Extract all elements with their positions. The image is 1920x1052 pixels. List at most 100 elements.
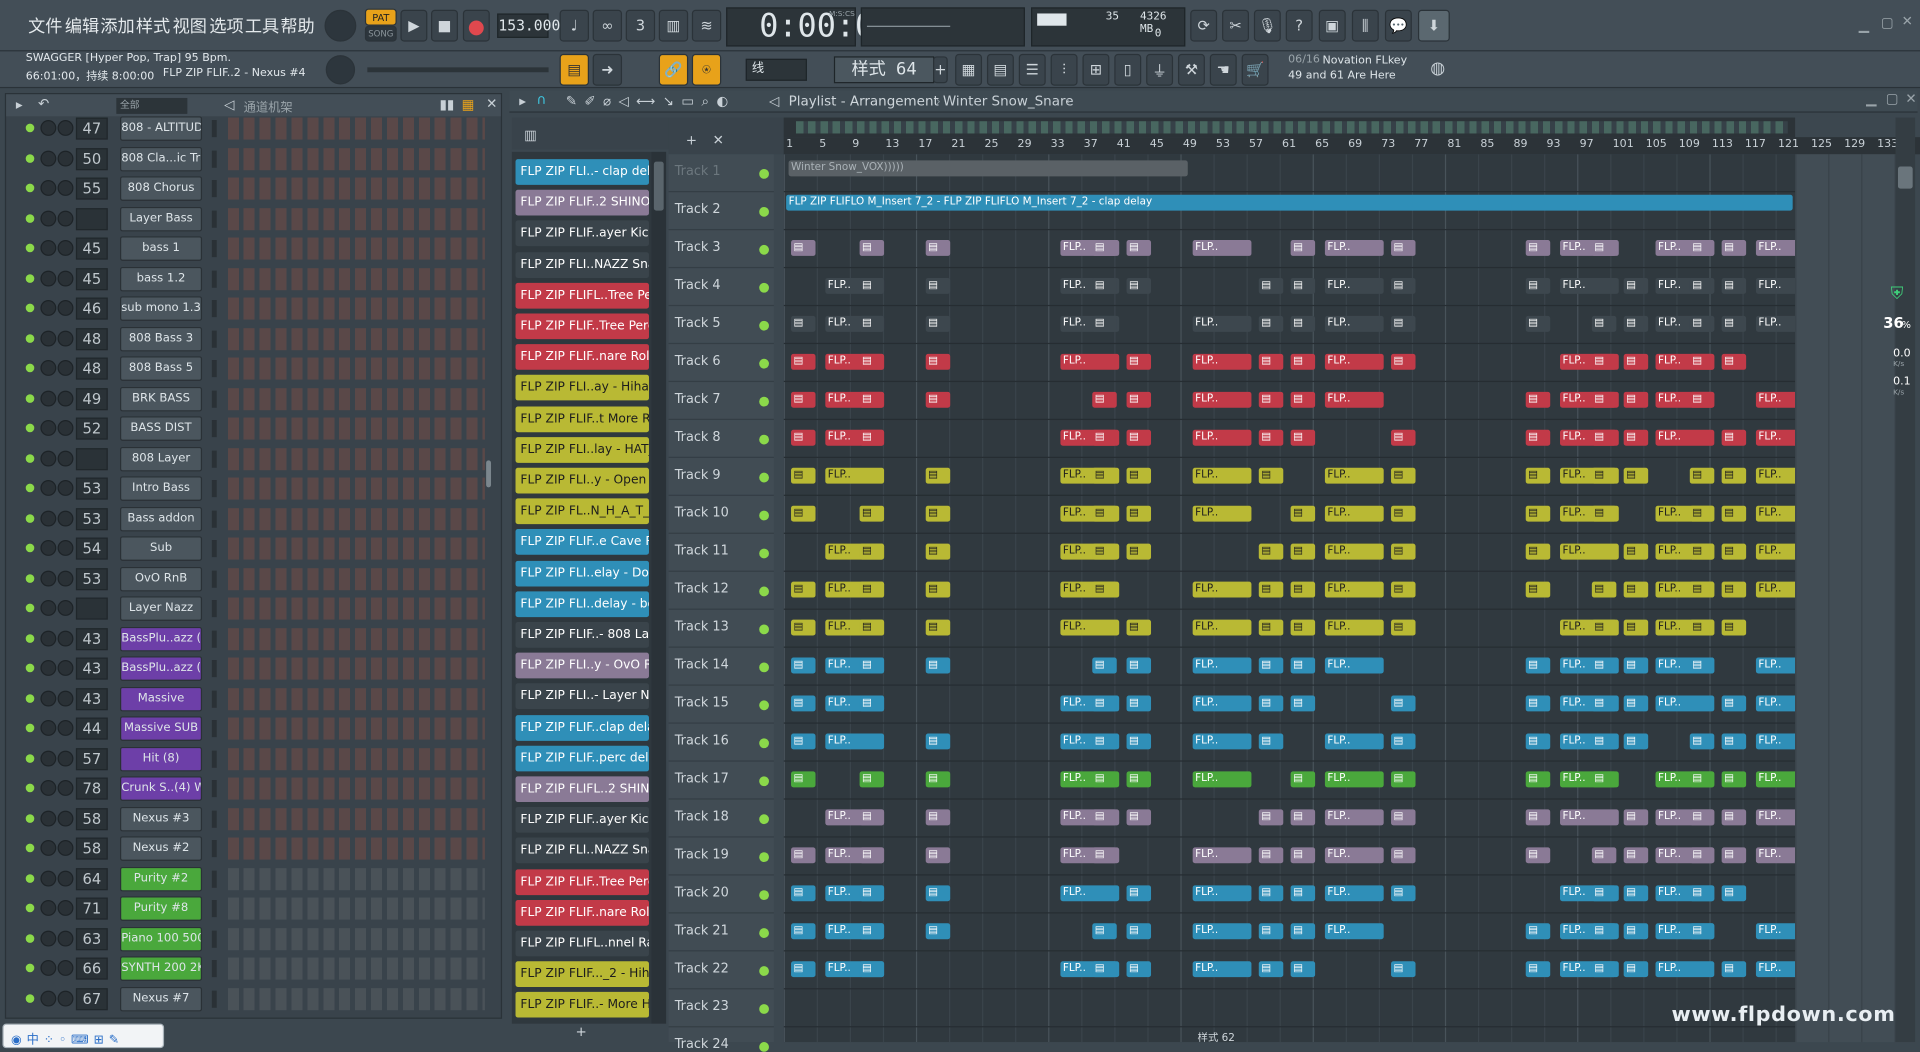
playlist-clip[interactable]: ▤ (1623, 277, 1649, 294)
playlist-clip[interactable]: ▤ (1525, 923, 1551, 940)
channel-pan-knob[interactable] (40, 390, 57, 406)
step-sequencer[interactable] (227, 327, 485, 350)
channel-name-button[interactable]: BRK BASS (120, 386, 203, 411)
channel-pan-knob[interactable] (40, 600, 57, 616)
playlist-clip[interactable]: FLP.. (825, 733, 885, 750)
step-sequencer[interactable] (227, 747, 485, 770)
maximize-icon[interactable]: ▢ (1881, 15, 1894, 31)
playlist-clip[interactable]: FLP.. (1192, 771, 1252, 788)
step-sequencer[interactable] (227, 567, 485, 590)
playlist-clip[interactable]: ▤ (925, 809, 951, 826)
step-sequencer[interactable] (227, 957, 485, 980)
pattern-item[interactable]: FLP ZIP FLIF..clap delay (515, 714, 649, 741)
channel-mixer-track[interactable]: 47 (75, 117, 108, 140)
playlist-clip[interactable]: ▤ (1689, 505, 1715, 522)
channel-mute-led[interactable] (25, 153, 35, 163)
track-mute-led[interactable] (759, 852, 769, 863)
view-plugins-button[interactable]: ⊞ (1082, 53, 1110, 86)
playlist-clip[interactable]: ▤ (1591, 240, 1617, 256)
channel-pan-knob[interactable] (40, 450, 57, 466)
channel-row[interactable]: 49 BRK BASS (6, 384, 496, 414)
track-header[interactable]: Track 15 (668, 686, 774, 724)
playlist-clip[interactable]: ▤ (791, 505, 816, 522)
playlist-clip[interactable]: ▤ (1290, 847, 1316, 864)
playlist-clip[interactable]: ▤ (1525, 429, 1551, 446)
playlist-current-pattern[interactable]: Winter Snow_Snare (943, 93, 1074, 109)
channel-select-bar[interactable] (211, 600, 217, 618)
playlist-clip[interactable]: FLP.. (1755, 277, 1796, 294)
channel-name-button[interactable]: Sub (120, 536, 203, 561)
playlist-clip[interactable]: ▤ (859, 505, 885, 522)
playlist-clip[interactable]: ▤ (1525, 467, 1551, 484)
channel-mixer-track[interactable]: 67 (75, 987, 108, 1010)
playlist-clip[interactable]: FLP.. (1192, 353, 1252, 370)
channel-row[interactable]: 43 Massive (6, 684, 496, 714)
channel-volume-knob[interactable] (57, 660, 74, 676)
playlist-clip[interactable]: ▤ (859, 809, 885, 826)
playlist-clip[interactable]: ▤ (1258, 923, 1284, 940)
channel-row[interactable]: 58 Nexus #3 (6, 804, 496, 834)
playlist-clip[interactable]: ▤ (1290, 961, 1316, 978)
playlist-clip[interactable]: ▤ (1623, 315, 1649, 332)
playlist-clip[interactable]: ▤ (859, 353, 885, 370)
channel-pan-knob[interactable] (40, 750, 57, 766)
playlist-clip[interactable]: ▤ (791, 771, 816, 788)
playlist-clip[interactable]: ▤ (1721, 543, 1747, 560)
channel-mixer-track[interactable]: 45 (75, 267, 108, 290)
channel-mixer-track[interactable]: 43 (75, 687, 108, 710)
playlist-clip[interactable]: ▤ (1258, 581, 1284, 598)
channel-mute-led[interactable] (25, 273, 35, 283)
channel-name-button[interactable]: 808 Bass 3 (120, 326, 203, 351)
pattern-item[interactable]: FLP ZIP FLI..elay - Dong (515, 560, 649, 587)
track-header[interactable]: Track 18 (668, 800, 774, 838)
playlist-clip[interactable]: ▤ (1092, 240, 1117, 256)
track-header[interactable]: Track 17 (668, 762, 774, 800)
pattern-item[interactable]: FLP ZIP FLIF..perc delay (515, 745, 649, 772)
playlist-clip[interactable]: ▤ (1623, 847, 1649, 864)
playlist-empty-area[interactable] (1795, 154, 1896, 1043)
pat-mode-button[interactable]: PAT (364, 8, 397, 26)
playlist-clip[interactable]: ▤ (859, 581, 885, 598)
playlist-clip[interactable]: ▤ (1591, 505, 1617, 522)
channel-row[interactable]: 48 808 Bass 3 (6, 324, 496, 354)
channel-mixer-track[interactable]: 57 (75, 747, 108, 770)
track-header[interactable]: Track 3 (668, 230, 774, 269)
channel-mute-led[interactable] (25, 243, 35, 253)
channel-select-bar[interactable] (211, 990, 217, 1008)
playlist-clip[interactable]: ▤ (1689, 353, 1715, 370)
pattern-item[interactable]: FLP ZIP FLIF..Tree Perc 4 (515, 313, 649, 340)
playlist-clip[interactable]: ▤ (1290, 619, 1316, 636)
playlist-clip[interactable]: FLP.. (1324, 847, 1384, 864)
playlist-clip[interactable]: ▤ (1623, 733, 1649, 750)
playlist-clip[interactable]: ▤ (1092, 505, 1117, 522)
playlist-clip[interactable]: ▤ (1290, 581, 1316, 598)
playlist-clip[interactable]: ▤ (925, 657, 951, 674)
playlist-clip[interactable]: ▤ (1391, 240, 1416, 256)
channel-name-button[interactable]: Massive SUB (120, 716, 203, 741)
playlist-clip[interactable]: ▤ (791, 847, 816, 864)
step-sequencer[interactable] (227, 867, 485, 890)
step-sequencer[interactable] (227, 627, 485, 650)
channel-mixer-track[interactable]: 46 (75, 297, 108, 320)
channel-volume-knob[interactable] (57, 540, 74, 556)
channel-row[interactable]: 44 Massive SUB (6, 714, 496, 744)
channel-pan-knob[interactable] (40, 900, 57, 916)
playlist-clip[interactable]: ▤ (791, 315, 816, 332)
channel-select-bar[interactable] (211, 330, 217, 348)
playlist-clip[interactable]: ▤ (1391, 847, 1416, 864)
pattern-item[interactable]: FLP ZIP FLIF..e Cave Rim (515, 529, 649, 556)
pattern-item[interactable]: FLP ZIP FLI..- Layer Nazz (515, 683, 649, 710)
track-mute-led[interactable] (759, 814, 769, 825)
playlist-clip[interactable]: ▤ (1126, 429, 1152, 446)
channel-name-button[interactable]: 808 Bass 5 (120, 356, 203, 381)
menu-edit[interactable]: 编辑 (65, 13, 99, 37)
channel-mute-led[interactable] (25, 513, 35, 523)
playlist-clip[interactable]: FLP.. (1192, 885, 1252, 902)
channel-name-button[interactable]: Crunk S..(4) WAV (120, 776, 203, 801)
close-icon[interactable]: ✕ (1902, 13, 1913, 29)
channel-filter-dropdown[interactable]: 全部 (116, 97, 188, 114)
track-header[interactable]: Track 20 (668, 876, 774, 914)
vocal-audio-clip[interactable]: Winter Snow_VOX))))) (788, 160, 1188, 177)
channel-volume-knob[interactable] (57, 900, 74, 916)
playlist-clip[interactable]: FLP.. (1192, 581, 1252, 598)
